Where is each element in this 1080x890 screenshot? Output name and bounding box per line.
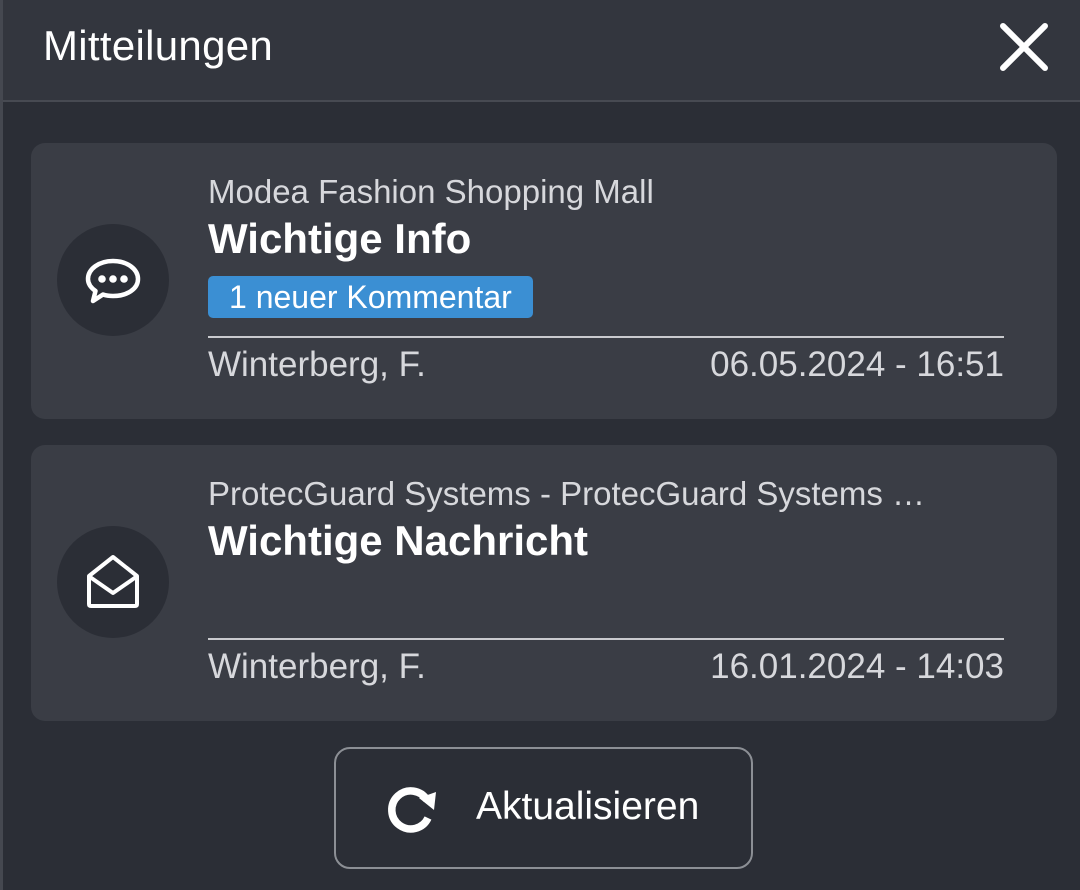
notification-author: Winterberg, F. [208,345,426,384]
notification-sender: ProtecGuard Systems - ProtecGuard System… [208,475,926,512]
notification-date: 06.05.2024 - 16:51 [710,345,1004,384]
notification-title: Wichtige Nachricht [208,517,589,564]
refresh-icon [388,787,436,833]
refresh-button[interactable]: Aktualisieren [334,747,753,869]
notification-date: 16.01.2024 - 14:03 [710,647,1004,686]
notification-card[interactable]: Modea Fashion Shopping Mall Wichtige Inf… [31,143,1057,419]
notification-sender: Modea Fashion Shopping Mall [208,173,654,210]
notification-title: Wichtige Info [208,215,472,262]
card-divider [208,336,1004,338]
close-button[interactable] [993,16,1055,78]
refresh-icon-wrap [380,780,440,840]
panel-header: Mitteilungen [3,0,1080,102]
open-envelope-icon [87,555,139,608]
notifications-panel: Mitteilungen Modea Fashion Shopping Mall… [0,0,1080,890]
notification-icon-circle [57,526,169,638]
panel-title: Mitteilungen [43,22,274,69]
notification-icon-circle [57,224,169,336]
comment-badge: 1 neuer Kommentar [208,276,533,318]
notification-card[interactable]: ProtecGuard Systems - ProtecGuard System… [31,445,1057,721]
notification-author: Winterberg, F. [208,647,426,686]
card-divider [208,638,1004,640]
refresh-label: Aktualisieren [476,785,700,828]
chat-bubble-icon [85,258,141,304]
close-icon [1000,23,1048,71]
